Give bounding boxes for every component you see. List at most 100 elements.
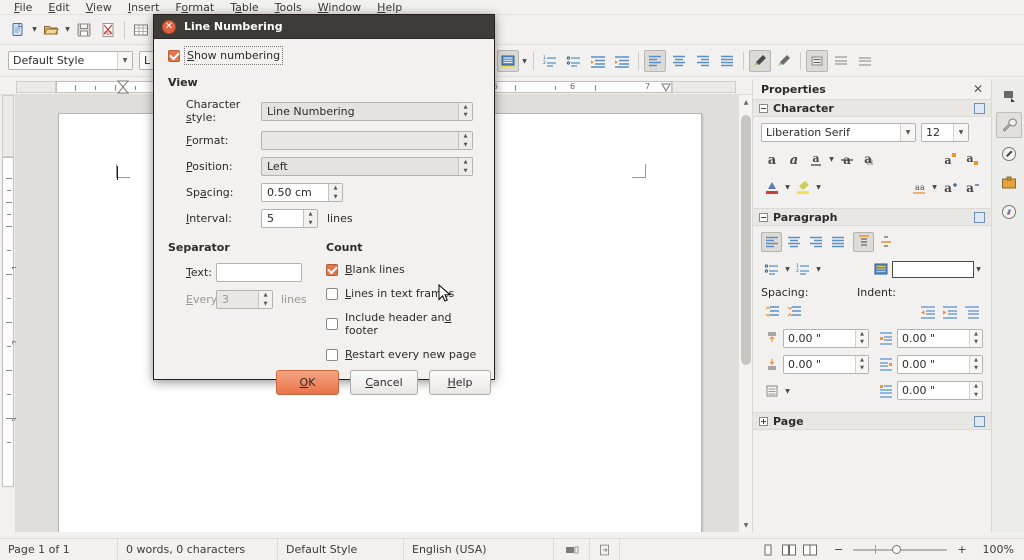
shrink-font-button[interactable]: a [961,177,982,197]
ordered-list-button[interactable]: 12 [539,50,561,72]
menu-help[interactable]: Help [369,0,410,15]
unordered-list-button[interactable] [761,259,782,279]
menu-insert[interactable]: Insert [120,0,168,15]
spacing-below-spinner[interactable]: 0.00 " ▲ ▼ [783,354,869,374]
highlighting-color-dropdown[interactable]: ▼ [814,176,823,198]
character-spacing-button[interactable]: aa [908,177,929,197]
increase-indent-button[interactable] [917,302,938,322]
section-more-options-icon[interactable] [974,102,985,114]
save-button[interactable] [73,19,95,41]
zoom-slider[interactable] [845,543,955,557]
menu-edit[interactable]: Edit [40,0,77,15]
checkbox-indicator[interactable] [168,49,180,62]
paragraph-spacing-above-button[interactable] [830,50,852,72]
paragraph-background-button[interactable] [870,259,891,279]
blank-lines-checkbox[interactable]: Blank lines [326,263,480,276]
checkbox-indicator[interactable] [326,287,338,300]
page-indicator[interactable]: Page 1 of 1 [0,538,118,560]
zoom-out-button[interactable]: − [834,543,843,556]
export-pdf-button[interactable]: PDF [97,19,119,41]
font-size-combo[interactable]: 12 ▼ [921,123,969,142]
increase-spacing-button[interactable] [761,302,782,322]
underline-button[interactable]: a [805,149,826,169]
word-count-indicator[interactable]: 0 words, 0 characters [118,538,278,560]
close-icon[interactable]: ✕ [162,19,176,34]
line-spacing-dropdown[interactable]: ▼ [783,380,792,402]
ordered-list-button[interactable]: 12 [792,259,813,279]
menu-window[interactable]: Window [310,0,369,15]
character-spacing-dropdown[interactable]: ▼ [930,176,939,198]
align-center-button[interactable] [668,50,690,72]
section-more-options-icon[interactable] [974,415,985,427]
italic-button[interactable]: a [783,149,804,169]
vertical-ruler[interactable]: 1 2 3 [0,95,20,532]
unordered-list-dropdown[interactable]: ▼ [520,50,529,72]
include-header-and-footer-checkbox[interactable]: Include header and footer [326,311,480,337]
clear-formatting-button[interactable] [773,50,795,72]
document-vertical-scrollbar[interactable]: ▲ ▼ [738,95,752,532]
insert-table-button[interactable] [130,19,152,41]
scroll-up-button[interactable]: ▲ [739,95,753,109]
align-top-button[interactable] [853,232,874,252]
format-combo[interactable]: ▲ ▼ [261,131,473,150]
zoom-in-button[interactable]: + [957,543,966,556]
line-spacing-button[interactable] [761,381,782,401]
separator-text-input[interactable] [216,263,302,282]
spacing-spinner[interactable]: 0.50 cm ▲ ▼ [261,183,343,202]
menu-tools[interactable]: Tools [267,0,310,15]
new-document-button[interactable] [7,19,29,41]
right-indent-marker[interactable] [661,83,671,94]
open-button[interactable] [40,19,62,41]
highlighting-color-button[interactable] [792,177,813,197]
navigator-tab[interactable] [996,199,1022,225]
ok-button[interactable]: OK [276,370,339,395]
font-color-dropdown[interactable]: ▼ [783,176,792,198]
indent-before-spinner[interactable]: 0.00 " ▲ ▼ [897,328,983,348]
interval-spinner[interactable]: 5 ▲ ▼ [261,209,318,228]
show-numbering-checkbox[interactable]: Show numbering [168,46,480,65]
bold-button[interactable]: a [761,149,782,169]
chevron-down-icon[interactable]: ▼ [117,52,132,69]
align-right-button[interactable] [692,50,714,72]
character-style-combo[interactable]: Line Numbering ▲ ▼ [261,101,473,121]
sidebar-section-page[interactable]: + Page [753,412,991,430]
gallery-tab[interactable] [996,170,1022,196]
collapse-icon[interactable]: − [759,212,768,222]
zoom-thumb[interactable] [892,545,902,554]
menu-view[interactable]: View [78,0,120,15]
align-justify-button[interactable] [716,50,738,72]
styles-tab[interactable] [996,141,1022,167]
background-color-preview[interactable] [892,260,974,278]
sidebar-section-paragraph[interactable]: − Paragraph [753,208,991,226]
section-more-options-icon[interactable] [974,211,985,223]
checkbox-indicator[interactable] [326,318,338,330]
decrease-spacing-button[interactable] [783,302,804,322]
scroll-down-button[interactable]: ▼ [739,518,753,532]
lines-in-text-frames-checkbox[interactable]: Lines in text frames [326,287,480,300]
sidebar-settings-tab[interactable] [996,83,1022,109]
numbered-list-button[interactable] [563,50,585,72]
collapse-icon[interactable]: − [759,103,768,113]
align-left-button[interactable] [761,232,782,252]
decrease-indent-button[interactable] [939,302,960,322]
font-color-button[interactable] [761,177,782,197]
restart-every-new-page-checkbox[interactable]: Restart every new page [326,348,480,361]
hanging-indent-button[interactable] [961,302,982,322]
checkbox-indicator[interactable] [326,263,338,276]
multi-page-icon[interactable] [781,542,797,558]
clone-formatting-button[interactable] [749,50,771,72]
sidebar-section-character[interactable]: − Character [753,99,991,117]
align-justify-button[interactable] [827,232,848,252]
chevron-down-icon[interactable]: ▼ [953,124,968,141]
promote-outline-button[interactable] [611,50,633,72]
unordered-list-dropdown[interactable]: ▼ [783,258,792,280]
open-dropdown[interactable]: ▼ [63,19,72,41]
digital-signature-indicator[interactable] [620,539,752,560]
checkbox-indicator[interactable] [326,348,338,361]
align-right-button[interactable] [805,232,826,252]
ordered-list-dropdown[interactable]: ▼ [814,258,823,280]
font-name-combo[interactable]: Liberation Serif ▼ [761,123,916,142]
superscript-button[interactable]: a [939,149,960,169]
position-combo[interactable]: Left ▲ ▼ [261,157,473,176]
line-numbering-dialog[interactable]: ✕ Line Numbering Show numbering View Cha… [153,14,495,395]
